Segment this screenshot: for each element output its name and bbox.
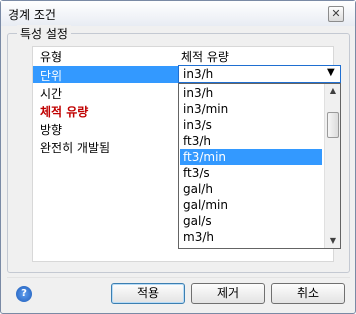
grid-row-type[interactable]: 유형 체적 유량	[33, 47, 333, 64]
unit-option[interactable]: in3/min	[180, 101, 322, 117]
unit-option[interactable]: gal/s	[180, 213, 322, 229]
grid-row-label: 단위	[40, 69, 63, 83]
grid-header-value: 체적 유량	[181, 50, 229, 64]
footer-divider	[7, 277, 350, 278]
scroll-down-icon[interactable]: ▼	[325, 234, 341, 248]
scroll-thumb[interactable]	[327, 112, 339, 138]
cancel-button[interactable]: 취소	[271, 283, 345, 304]
remove-button[interactable]: 제거	[191, 283, 265, 304]
unit-option[interactable]: gal/min	[180, 197, 322, 213]
dropdown-scrollbar[interactable]: ▲ ▼	[324, 84, 340, 248]
window-title: 경계 조건	[8, 8, 56, 22]
boundary-condition-dialog: 경계 조건 ✕ 특성 설정 유형 체적 유량 단위 시간 체적 유량 방향 완전…	[0, 0, 356, 314]
chevron-down-icon[interactable]: ▼	[327, 67, 335, 78]
grid-header-property: 유형	[40, 50, 63, 64]
apply-button[interactable]: 적용	[111, 283, 185, 304]
group-label: 특성 설정	[17, 25, 71, 42]
unit-dropdown-list: in3/h in3/min in3/s ft3/h ft3/min ft3/s …	[178, 83, 341, 249]
unit-select-value: in3/h	[183, 67, 214, 81]
unit-option-selected[interactable]: ft3/min	[180, 149, 322, 165]
help-icon[interactable]: ?	[16, 286, 32, 302]
grid-row-label: 방향	[40, 123, 63, 137]
title-bar[interactable]: 경계 조건 ✕	[1, 1, 355, 26]
grid-row-label: 시간	[40, 87, 63, 101]
unit-select[interactable]: in3/h ▼	[178, 65, 341, 83]
unit-option[interactable]: m3/h	[180, 229, 322, 245]
grid-row-label: 완전히 개발됨	[40, 141, 111, 155]
unit-option[interactable]: ft3/s	[180, 165, 322, 181]
scroll-up-icon[interactable]: ▲	[325, 84, 341, 98]
grid-row-label: 체적 유량	[40, 105, 89, 119]
close-button[interactable]: ✕	[328, 6, 344, 22]
unit-option[interactable]: in3/s	[180, 117, 322, 133]
unit-option[interactable]: gal/h	[180, 181, 322, 197]
unit-option[interactable]: ft3/h	[180, 133, 322, 149]
unit-option[interactable]: in3/h	[180, 85, 322, 101]
